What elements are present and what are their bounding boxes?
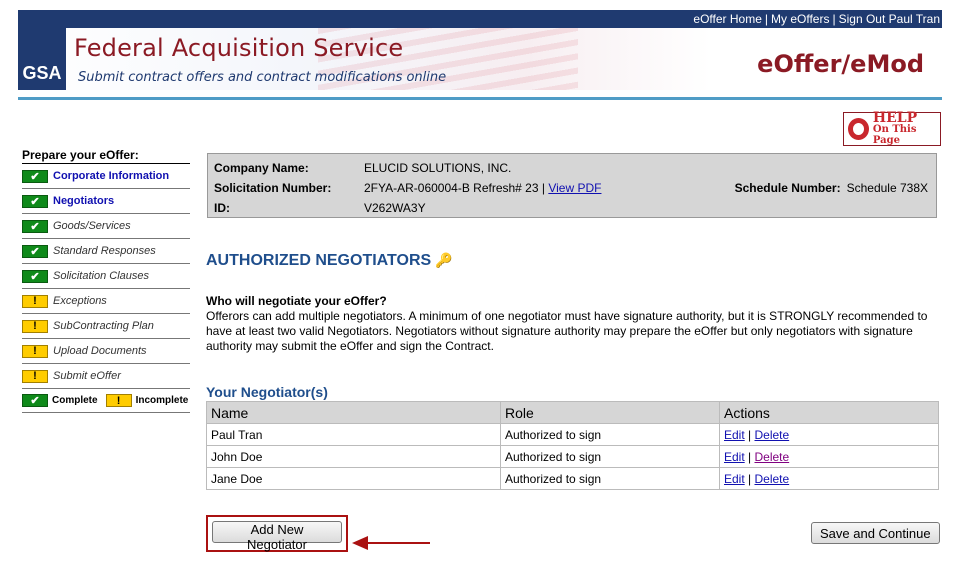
sidebar-item-label: Solicitation Clauses — [53, 270, 149, 282]
key-icon[interactable]: 🔑 — [435, 252, 452, 268]
delete-link[interactable]: Delete — [754, 450, 789, 464]
company-name-value: ELUCID SOLUTIONS, INC. — [364, 161, 512, 175]
negotiators-table: Name Role Actions Paul Tran Authorized t… — [206, 401, 939, 490]
view-pdf-link[interactable]: View PDF — [548, 181, 601, 195]
sidebar-item-solicitation-clauses[interactable]: ✔ Solicitation Clauses — [22, 264, 190, 289]
instructions-text: Offerors can add multiple negotiators. A… — [206, 309, 928, 353]
solicitation-number-label: Solicitation Number: — [214, 181, 332, 195]
edit-link[interactable]: Edit — [724, 428, 745, 442]
negotiator-role: Authorized to sign — [500, 445, 720, 468]
sidebar-item-submit-eoffer[interactable]: ! Submit eOffer — [22, 364, 190, 389]
column-header-name: Name — [206, 401, 501, 424]
schedule-number-value: Schedule 738X — [846, 181, 928, 195]
site-subtitle: Submit contract offers and contract modi… — [78, 70, 447, 85]
eoffer-home-link[interactable]: eOffer Home — [693, 12, 761, 26]
check-icon: ✔ — [22, 269, 48, 283]
negotiator-name: Paul Tran — [206, 423, 501, 446]
gsa-logo: GSA — [18, 28, 66, 90]
add-new-negotiator-button[interactable]: Add New Negotiator — [212, 521, 342, 552]
delete-link[interactable]: Delete — [754, 428, 789, 442]
warning-icon: ! — [22, 369, 48, 383]
banner-divider — [18, 97, 942, 100]
negotiators-table-title: Your Negotiator(s) — [206, 384, 328, 400]
check-icon: ✔ — [22, 244, 48, 258]
status-legend: ✔ Complete ! Incomplete — [22, 389, 190, 413]
highlight-frame: Add New Negotiator — [206, 515, 348, 552]
delete-link[interactable]: Delete — [754, 472, 789, 486]
progress-sidebar: Prepare your eOffer: ✔ Corporate Informa… — [22, 148, 190, 413]
header-banner: GSA Federal Acquisition Service Submit c… — [18, 28, 942, 90]
check-icon: ✔ — [22, 394, 48, 407]
sidebar-item-upload-documents[interactable]: ! Upload Documents — [22, 339, 190, 364]
edit-link[interactable]: Edit — [724, 472, 745, 486]
sidebar-item-label: Goods/Services — [53, 220, 131, 232]
warning-icon: ! — [22, 294, 48, 308]
site-title: Federal Acquisition Service — [74, 34, 404, 62]
sidebar-item-label: SubContracting Plan — [53, 320, 154, 332]
app-name: eOffer/eMod — [757, 50, 924, 78]
help-label: HELP — [872, 109, 918, 126]
page-title: AUTHORIZED NEGOTIATORS 🔑 — [206, 252, 453, 269]
legend-complete-label: Complete — [52, 395, 98, 406]
life-ring-icon — [848, 118, 869, 140]
sidebar-item-goods-services[interactable]: ✔ Goods/Services — [22, 214, 190, 239]
column-header-actions: Actions — [719, 401, 939, 424]
table-row: Paul Tran Authorized to sign Edit | Dele… — [206, 423, 939, 446]
warning-icon: ! — [22, 319, 48, 333]
sidebar-item-label: Exceptions — [53, 295, 107, 307]
sidebar-item-subcontracting-plan[interactable]: ! SubContracting Plan — [22, 314, 190, 339]
id-value: V262WA3Y — [364, 201, 426, 215]
sidebar-item-label: Upload Documents — [53, 345, 147, 357]
check-icon: ✔ — [22, 169, 48, 183]
sidebar-item-exceptions[interactable]: ! Exceptions — [22, 289, 190, 314]
negotiator-role: Authorized to sign — [500, 423, 720, 446]
help-sublabel: On This Page — [872, 123, 917, 146]
table-row: Jane Doe Authorized to sign Edit | Delet… — [206, 467, 939, 490]
question-text: Who will negotiate your eOffer? — [206, 294, 387, 308]
table-header-row: Name Role Actions — [206, 401, 939, 424]
sidebar-title: Prepare your eOffer: — [22, 148, 190, 164]
edit-link[interactable]: Edit — [724, 450, 745, 464]
sidebar-item-label: Submit eOffer — [53, 370, 121, 382]
sidebar-item-label: Standard Responses — [53, 245, 156, 257]
company-name-label: Company Name: — [214, 161, 309, 175]
legend-incomplete-label: Incomplete — [135, 395, 189, 406]
offer-info-panel: Company Name: ELUCID SOLUTIONS, INC. Sol… — [207, 153, 937, 218]
column-header-role: Role — [500, 401, 720, 424]
help-on-this-page-button[interactable]: HELP On This Page — [843, 109, 941, 146]
sidebar-item-label: Negotiators — [53, 195, 115, 207]
check-icon: ✔ — [22, 194, 48, 208]
sidebar-item-negotiators[interactable]: ✔ Negotiators — [22, 189, 190, 214]
check-icon: ✔ — [22, 219, 48, 233]
sidebar-item-standard-responses[interactable]: ✔ Standard Responses — [22, 239, 190, 264]
negotiator-name: John Doe — [206, 445, 501, 468]
warning-icon: ! — [22, 344, 48, 358]
warning-icon: ! — [105, 394, 132, 407]
my-eoffers-link[interactable]: My eOffers — [771, 12, 829, 26]
table-row: John Doe Authorized to sign Edit | Delet… — [206, 445, 939, 468]
schedule-number-label: Schedule Number: — [734, 181, 841, 195]
id-label: ID: — [214, 201, 230, 215]
sidebar-item-corporate-information[interactable]: ✔ Corporate Information — [22, 164, 190, 189]
save-and-continue-button[interactable]: Save and Continue — [811, 522, 940, 544]
sign-out-link[interactable]: Sign Out Paul Tran — [839, 12, 940, 26]
pointer-arrow-icon — [352, 536, 430, 550]
solicitation-number-value: 2FYA-AR-060004-B Refresh# 23 | — [364, 181, 545, 195]
top-nav-bar: eOffer Home | My eOffers | Sign Out Paul Tra… — [18, 10, 942, 28]
negotiator-name: Jane Doe — [206, 467, 501, 490]
negotiator-role: Authorized to sign — [500, 467, 720, 490]
sidebar-item-label: Corporate Information — [53, 170, 170, 182]
